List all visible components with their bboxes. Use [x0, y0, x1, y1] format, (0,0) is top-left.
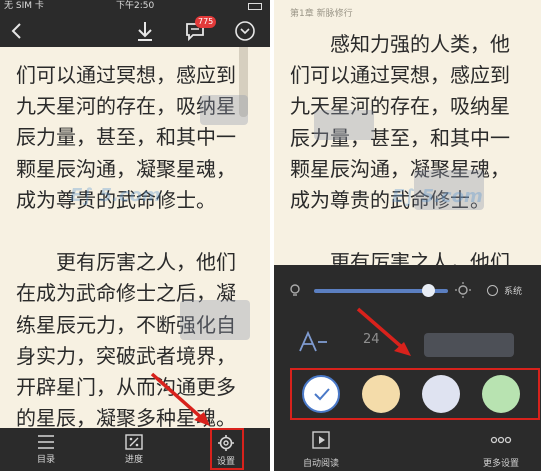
progress-label: 进度: [124, 455, 143, 465]
toc-button[interactable]: 目录: [16, 428, 76, 471]
pointer-arrow: [150, 372, 210, 426]
pointer-arrow: [356, 307, 411, 356]
check-icon: [314, 388, 330, 401]
system-brightness-label: 系统: [504, 287, 523, 297]
auto-read-label: 自动阅读: [302, 459, 339, 469]
theme-swatch[interactable]: [422, 375, 460, 413]
blur-patch: [314, 110, 374, 140]
toc-label: 目录: [36, 455, 55, 465]
brightness-high-icon: [455, 282, 471, 298]
carrier-label: 无 SIM 卡: [4, 1, 44, 11]
reader-screen-right: 第1章 新脉修行 感知力强的人类，他 们可以通过冥想，感应到 九天星河的存在，吸纳星…: [274, 0, 541, 471]
blur-patch: [180, 300, 250, 340]
play-icon: [312, 431, 330, 449]
blur-patch: [424, 333, 514, 357]
highlight-box: [210, 428, 244, 470]
list-icon: [38, 435, 54, 449]
watermark: E∫ 5.com: [70, 185, 161, 206]
chapter-title: 第1章 新脉修行: [290, 9, 353, 19]
font-decrease-icon[interactable]: [298, 331, 328, 353]
status-time: 下午2:50: [116, 1, 155, 11]
progress-button[interactable]: 进度: [104, 428, 164, 471]
comment-count-badge: 775: [195, 16, 217, 28]
brightness-slider-knob[interactable]: [421, 284, 435, 297]
battery-icon: [248, 3, 262, 10]
more-dots-icon: [490, 436, 512, 444]
watermark: E∫ 5.com: [392, 186, 483, 207]
blur-patch: [200, 95, 248, 125]
settings-panel: 系统 24 自动阅读 更多设置: [274, 265, 541, 471]
download-icon[interactable]: [134, 20, 156, 42]
status-bar: 无 SIM 卡 下午2:50: [4, 0, 266, 12]
system-brightness-checkbox[interactable]: [487, 285, 498, 296]
percent-icon: [125, 434, 143, 450]
more-menu-icon[interactable]: [234, 20, 256, 42]
brightness-low-icon: [290, 284, 300, 296]
more-settings-label: 更多设置: [482, 459, 519, 469]
top-toolbar: 无 SIM 卡 下午2:50 775: [0, 0, 270, 47]
theme-swatch[interactable]: [482, 375, 520, 413]
theme-swatch[interactable]: [362, 375, 400, 413]
reader-screen-left: 们可以通过冥想，感应到 九天星河的存在，吸纳星 辰力量，甚至，和其中一 颗星辰沟通，凝…: [0, 0, 270, 471]
back-icon[interactable]: [6, 20, 28, 42]
auto-read-button[interactable]: 自动阅读: [286, 431, 356, 469]
more-settings-button[interactable]: 更多设置: [466, 431, 536, 469]
